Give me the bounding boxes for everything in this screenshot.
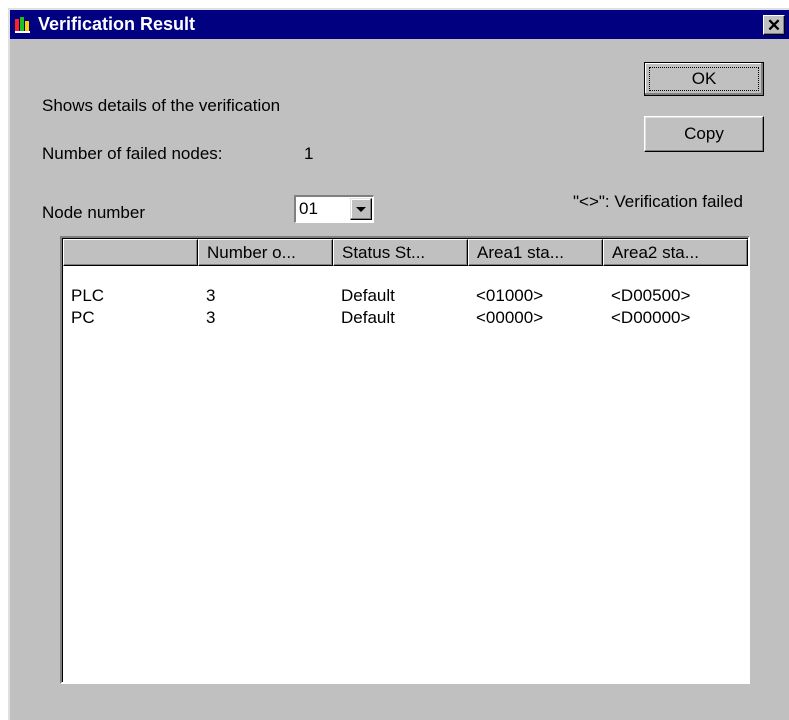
column-header-number[interactable]: Number o... xyxy=(198,239,333,266)
verification-results-table[interactable]: Number o... Status St... Area1 sta... Ar… xyxy=(60,236,750,684)
table-cell: <01000> xyxy=(476,286,544,305)
table-cell: Default xyxy=(341,286,395,305)
description-text: Shows details of the verification xyxy=(42,96,281,115)
table-cell: <D00000> xyxy=(611,308,691,327)
table-header: Number o... Status St... Area1 sta... Ar… xyxy=(63,239,748,266)
failed-nodes-count: 1 xyxy=(304,144,314,163)
copy-button[interactable]: Copy xyxy=(644,116,764,152)
node-number-label: Node number xyxy=(42,203,146,222)
table-row[interactable]: PLC 3 Default <01000> <D00500> xyxy=(63,286,748,308)
table-cell: 3 xyxy=(206,308,216,327)
column-header-status[interactable]: Status St... xyxy=(333,239,468,266)
table-cell: Default xyxy=(341,308,395,327)
ok-button-label: OK xyxy=(691,69,717,88)
table-cell: <00000> xyxy=(476,308,544,327)
failed-nodes-label: Number of failed nodes: xyxy=(42,144,223,163)
verification-result-dialog: Verification Result ✕ OK Copy Shows deta… xyxy=(8,8,789,720)
column-header-area1[interactable]: Area1 sta... xyxy=(468,239,603,266)
verification-legend: "<>": Verification failed xyxy=(573,192,743,211)
table-cell: PC xyxy=(71,308,95,327)
table-cell: PLC xyxy=(71,286,105,305)
ok-button[interactable]: OK xyxy=(644,62,764,96)
close-icon: ✕ xyxy=(766,15,782,35)
table-cell: 3 xyxy=(206,286,216,305)
copy-button-label: Copy xyxy=(684,124,724,143)
close-button[interactable]: ✕ xyxy=(763,15,785,35)
column-header-node[interactable] xyxy=(63,239,198,266)
column-header-area2[interactable]: Area2 sta... xyxy=(603,239,748,266)
node-number-select[interactable]: 01 xyxy=(294,195,374,223)
chevron-down-icon[interactable] xyxy=(350,198,372,220)
window-title: Verification Result xyxy=(38,14,196,34)
title-bar[interactable]: Verification Result ✕ xyxy=(10,10,789,39)
app-icon xyxy=(15,17,30,33)
table-row[interactable]: PC 3 Default <00000> <D00000> xyxy=(63,308,748,330)
node-number-value: 01 xyxy=(299,199,318,218)
table-cell: <D00500> xyxy=(611,286,691,305)
